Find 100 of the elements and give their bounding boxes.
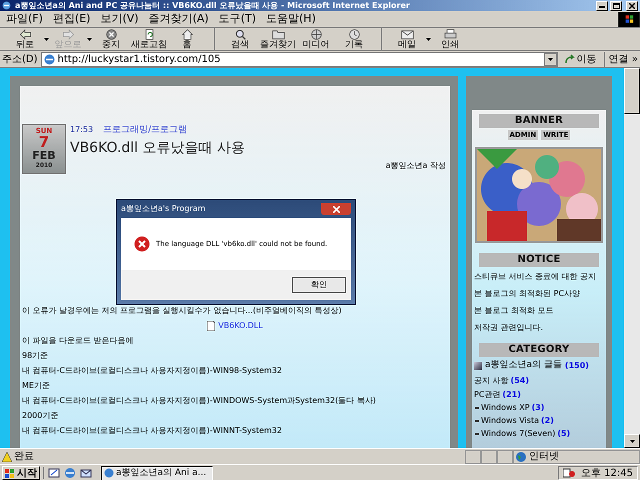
banner-header: BANNER — [479, 114, 599, 128]
post-count: (2) — [540, 414, 554, 426]
browser-icon — [2, 1, 11, 10]
clock: 오후 12:45 — [581, 466, 633, 480]
caret-icon — [44, 38, 49, 40]
post-text: 98기준 — [22, 351, 50, 361]
printer-icon — [444, 28, 456, 40]
back-arrow-icon — [18, 28, 32, 40]
close-button[interactable] — [626, 0, 638, 10]
browser-icon[interactable] — [64, 467, 76, 479]
zone-text: 인터넷 — [529, 450, 559, 464]
post-count: (3) — [532, 402, 544, 414]
category-item[interactable]: a뽕잎소년a의 글들 — [485, 359, 562, 372]
notice-header: NOTICE — [479, 253, 599, 267]
post-count: (54) — [510, 374, 529, 386]
category-header: CATEGORY — [479, 343, 599, 357]
menu-item[interactable]: 즐겨찾기(A) — [148, 10, 209, 28]
mail-icon — [400, 28, 414, 40]
caret-icon — [630, 440, 634, 442]
dialog-title: a뽕잎소년a's Program — [121, 203, 206, 215]
scrollbar[interactable] — [624, 68, 640, 448]
go-button[interactable]: 이동 — [560, 52, 601, 66]
ok-button[interactable]: 확인 — [292, 277, 346, 293]
toolbar-button[interactable]: 즐겨찾기 — [259, 28, 297, 50]
scroll-down-button[interactable] — [624, 434, 640, 448]
category-item[interactable]: Windows 7(Seven) — [481, 428, 556, 440]
globe-icon — [310, 28, 322, 40]
notice-link[interactable]: 스티큐브 서비스 종료에 대한 공지 — [474, 270, 604, 284]
toolbar-button[interactable]: 중지 — [92, 28, 130, 50]
toolbar-button[interactable]: 미디어 — [297, 28, 335, 50]
close-icon — [629, 2, 635, 8]
menu-item[interactable]: 보기(V) — [100, 10, 139, 28]
go-arrow-icon — [564, 54, 575, 64]
desktop-icon[interactable] — [48, 467, 60, 479]
category-item[interactable]: PC관련 — [474, 388, 500, 400]
dropdown-arrow-icon[interactable] — [426, 38, 431, 40]
category-item[interactable]: Windows Vista — [481, 414, 539, 426]
menu-item[interactable]: 도움말(H) — [266, 10, 316, 28]
clock-icon — [348, 28, 360, 40]
post-text: 이 파일을 다운로드 받은다음에 — [22, 336, 135, 346]
links-button[interactable]: 연결 » — [604, 52, 638, 66]
restore-button[interactable] — [610, 0, 622, 10]
status-panel — [465, 450, 481, 464]
window-title: a뽕잎소년a의 Ani and PC 공유나눔터 :: VB6KO.dll 오류났을때 사용 - Microsoft Internet Explorer — [15, 0, 411, 10]
post-count: (150) — [564, 360, 589, 372]
menu-item[interactable]: 도구(T) — [218, 10, 256, 28]
dash-icon — [475, 406, 479, 408]
category-item[interactable]: 공지 사항 — [474, 374, 509, 386]
notice-link[interactable]: 본 블로그 최적화 모드 — [474, 304, 604, 318]
notice-link[interactable]: 본 블로그의 최적화된 PC사양 — [474, 287, 604, 301]
caret-icon — [548, 58, 553, 60]
toolbar-button[interactable]: 뒤로 — [6, 28, 44, 50]
dropdown-arrow-icon[interactable] — [44, 38, 49, 40]
toolbar-button[interactable]: 홈 — [168, 28, 206, 50]
windows-logo-icon — [5, 468, 15, 478]
file-link[interactable]: VB6KO.DLL — [218, 321, 263, 331]
post-text: 내 컴퓨터-C드라이브(로컬디스크나 사용자지정이름)-WIN98-System32 — [22, 366, 284, 376]
folder-icon — [474, 362, 482, 370]
menu-item[interactable]: 파일(F) — [6, 10, 43, 28]
refresh-page-icon — [142, 28, 156, 40]
address-label: 주소(D) — [2, 52, 38, 66]
post-text: 2000기준 — [22, 411, 60, 421]
close-icon — [332, 206, 340, 212]
address-field[interactable]: http://luckystar1.tistory.com/105 — [40, 52, 558, 66]
post-title: VB6KO.dll 오류났을때 사용 — [70, 138, 245, 158]
post-text: 내 컴퓨터-C드라이브(로컬디스크나 사용자지정이름)-WINDOWS-System과System32(둘다 복사) — [22, 396, 377, 406]
category-link[interactable]: 프로그래밍/프로그램 — [103, 124, 188, 138]
envelope-icon[interactable] — [80, 467, 92, 479]
toolbar-button[interactable]: 새로고침 — [130, 28, 168, 50]
post-time: 17:53 — [70, 124, 94, 136]
menu-item[interactable]: 편집(E) — [52, 10, 90, 28]
start-button[interactable]: 시작 — [2, 466, 40, 480]
toolbar-button[interactable]: 메일 — [388, 28, 426, 50]
post-count: (5) — [557, 428, 570, 440]
dash-icon — [475, 420, 479, 422]
caret-icon — [87, 38, 92, 40]
browser-icon — [104, 468, 114, 478]
windows-logo-icon — [618, 12, 640, 26]
page-icon — [44, 54, 55, 64]
globe-icon — [516, 452, 526, 462]
forward-arrow-icon — [62, 28, 74, 40]
error-icon — [133, 235, 151, 253]
post-text: 내 컴퓨터-C드라이브(로컬디스크나 사용자지정이름)-WINNT-System32 — [22, 426, 283, 436]
minimize-button[interactable] — [596, 0, 608, 10]
category-item[interactable]: Windows XP — [481, 402, 530, 414]
file-icon — [207, 321, 216, 331]
post-author: a뽕잎소년a 작성 — [386, 160, 446, 172]
tray-icon[interactable] — [563, 468, 575, 478]
caret-icon — [426, 38, 431, 40]
folder-icon — [272, 28, 284, 40]
toolbar-button[interactable]: 인쇄 — [431, 28, 469, 50]
taskbar-button[interactable]: a뽕잎소년a의 Ani a... — [101, 466, 213, 480]
toolbar-button[interactable]: 기록 — [335, 28, 373, 50]
post-text: ME기준 — [22, 381, 51, 391]
notice-link[interactable]: 저작권 관련입니다. — [474, 321, 604, 335]
scrollbar-thumb[interactable] — [624, 68, 640, 114]
post-text: 이 오류가 날경우에는 저의 프로그램을 실행시킬수가 없습니다...(비주얼베이직의 특성상) — [22, 306, 343, 316]
post-count: (21) — [502, 388, 521, 400]
toolbar-button[interactable]: 검색 — [221, 28, 259, 50]
status-panel — [481, 450, 497, 464]
